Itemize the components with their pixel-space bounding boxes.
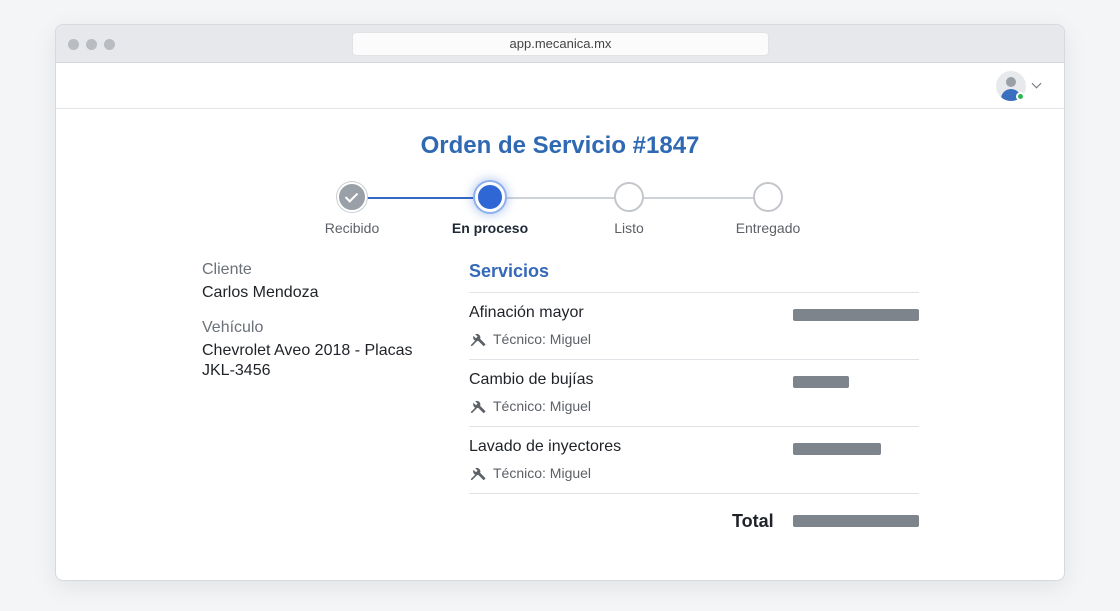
browser-window: app.mecanica.mx Orden de Servicio #1847 … <box>55 24 1065 581</box>
window-maximize-dot[interactable] <box>104 39 115 50</box>
total-row: Total <box>469 494 919 549</box>
service-technician: Técnico: Miguel <box>469 464 591 482</box>
step-listo-pending-icon <box>614 182 644 212</box>
service-row: Afinación mayor Técnico: Miguel <box>469 293 919 360</box>
wrench-screwdriver-icon <box>470 400 486 414</box>
step-label-listo: Listo <box>614 220 644 236</box>
wrench-screwdriver-icon <box>470 467 486 481</box>
order-progress-stepper: Recibido En proceso Listo Entregado <box>56 180 1064 240</box>
service-name: Lavado de inyectores <box>469 438 622 455</box>
window-minimize-dot[interactable] <box>86 39 97 50</box>
order-details: Cliente Carlos Mendoza Vehículo Chevrole… <box>202 261 442 381</box>
service-row: Lavado de inyectores Técnico: Miguel <box>469 427 919 494</box>
order-title: Orden de Servicio #1847 <box>420 132 700 159</box>
service-technician-text: Técnico: Miguel <box>493 398 592 414</box>
service-technician: Técnico: Miguel <box>469 330 591 348</box>
service-name: Cambio de bujías <box>469 371 594 388</box>
app-header <box>56 63 1064 109</box>
vehicle-label: Vehículo <box>202 319 264 336</box>
services-panel: Servicios Afinación mayor Técnico: Migue… <box>469 261 919 549</box>
step-recibido-completed-icon <box>337 182 367 212</box>
step-label-en-proceso: En proceso <box>451 220 529 236</box>
vehicle-description: Chevrolet Aveo 2018 - Placas JKL-3456 <box>202 342 413 379</box>
online-status-indicator <box>1016 92 1025 101</box>
progress-track-completed <box>353 197 491 199</box>
step-label-entregado: Entregado <box>735 220 801 236</box>
service-price-redacted <box>793 443 881 455</box>
client-name: Carlos Mendoza <box>202 284 319 301</box>
service-technician: Técnico: Miguel <box>469 397 591 415</box>
service-row: Cambio de bujías Técnico: Miguel <box>469 360 919 427</box>
service-price-redacted <box>793 376 849 388</box>
service-technician-text: Técnico: Miguel <box>493 465 592 481</box>
browser-chrome: app.mecanica.mx <box>56 25 1064 63</box>
wrench-screwdriver-icon <box>470 333 486 347</box>
services-heading: Servicios <box>469 261 919 293</box>
service-technician-text: Técnico: Miguel <box>493 331 592 347</box>
step-entregado-pending-icon <box>753 182 783 212</box>
service-name: Afinación mayor <box>469 304 584 321</box>
total-amount-redacted <box>793 515 919 527</box>
step-label-recibido: Recibido <box>324 220 380 236</box>
chevron-down-icon[interactable] <box>1031 78 1042 89</box>
client-label: Cliente <box>202 261 252 278</box>
address-bar[interactable]: app.mecanica.mx <box>352 32 769 56</box>
service-price-redacted <box>793 309 919 321</box>
total-label: Total <box>732 511 774 531</box>
step-en-proceso-active-icon <box>475 182 505 212</box>
window-close-dot[interactable] <box>68 39 79 50</box>
